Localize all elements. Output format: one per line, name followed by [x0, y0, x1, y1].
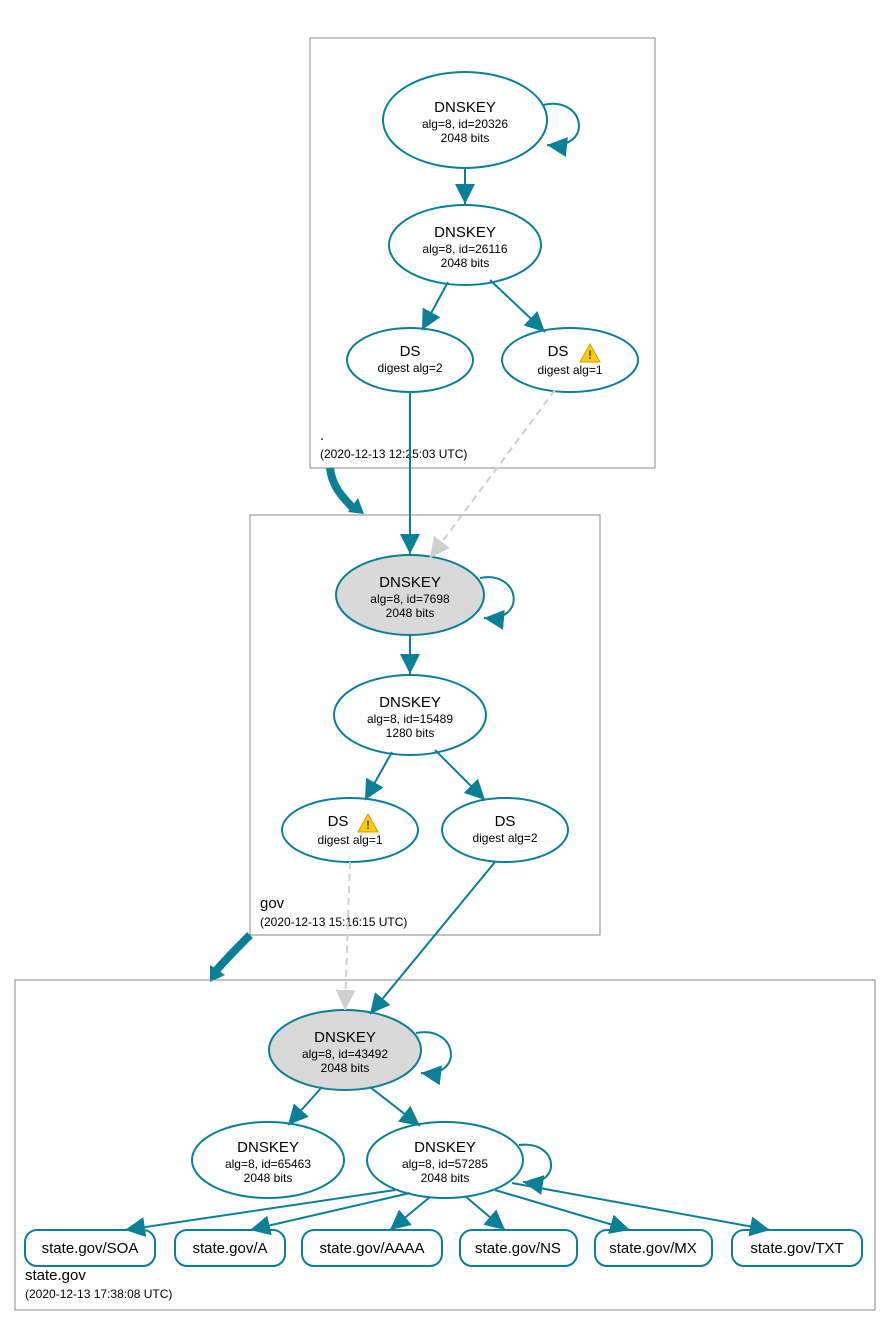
- edge-zsk2-mx: [495, 1190, 630, 1230]
- svg-text:!: !: [366, 818, 370, 832]
- record-a: state.gov/A: [175, 1230, 285, 1266]
- svg-text:state.gov/SOA: state.gov/SOA: [42, 1240, 139, 1257]
- edge-gov-zsk-ds1: [365, 752, 392, 800]
- svg-text:2048 bits: 2048 bits: [321, 1061, 370, 1075]
- svg-text:DNSKEY: DNSKEY: [314, 1029, 376, 1046]
- node-gov-ds1: DS ! digest alg=1: [282, 798, 418, 862]
- edge-root-zsk-ds2: [422, 282, 448, 330]
- node-gov-ds2: DS digest alg=2: [442, 798, 568, 862]
- svg-text:digest alg=1: digest alg=1: [317, 833, 382, 847]
- edge-gov-zsk-ds2: [435, 750, 485, 800]
- zone-arrow-root-gov: [330, 468, 355, 510]
- node-root-ksk: DNSKEY alg=8, id=20326 2048 bits: [383, 72, 547, 168]
- svg-text:DNSKEY: DNSKEY: [434, 224, 496, 241]
- node-state-ksk: DNSKEY alg=8, id=43492 2048 bits: [269, 1010, 421, 1090]
- svg-text:alg=8, id=7698: alg=8, id=7698: [370, 592, 450, 606]
- svg-text:state.gov/NS: state.gov/NS: [475, 1240, 561, 1257]
- edge-gov-ksk-self: [480, 577, 514, 618]
- edge-zsk2-ns: [465, 1196, 505, 1230]
- edge-state-zsk2-self: [519, 1145, 551, 1183]
- svg-text:alg=8, id=15489: alg=8, id=15489: [367, 712, 453, 726]
- svg-text:state.gov/AAAA: state.gov/AAAA: [319, 1240, 424, 1257]
- edge-root-zsk-ds1: [490, 280, 545, 332]
- node-state-zsk1: DNSKEY alg=8, id=65463 2048 bits: [192, 1122, 344, 1198]
- node-state-zsk2: DNSKEY alg=8, id=57285 2048 bits: [367, 1122, 523, 1198]
- svg-text:2048 bits: 2048 bits: [441, 131, 490, 145]
- svg-text:2048 bits: 2048 bits: [386, 606, 435, 620]
- edge-root-ds1-gov-ksk: [430, 390, 555, 558]
- dnssec-graph: . (2020-12-13 12:25:03 UTC) DNSKEY alg=8…: [0, 0, 885, 1320]
- svg-text:DS: DS: [328, 813, 349, 830]
- svg-text:alg=8, id=26116: alg=8, id=26116: [422, 242, 508, 256]
- zone-root-timestamp: (2020-12-13 12:25:03 UTC): [320, 447, 467, 461]
- record-ns: state.gov/NS: [460, 1230, 577, 1266]
- svg-text:alg=8, id=43492: alg=8, id=43492: [302, 1047, 388, 1061]
- svg-text:DS: DS: [495, 813, 516, 830]
- svg-text:!: !: [588, 348, 592, 362]
- svg-text:DNSKEY: DNSKEY: [379, 694, 441, 711]
- svg-text:DS: DS: [400, 343, 421, 360]
- svg-text:digest alg=2: digest alg=2: [377, 361, 442, 375]
- edge-gov-ds2-state-ksk: [370, 862, 495, 1014]
- svg-text:alg=8, id=20326: alg=8, id=20326: [422, 117, 508, 131]
- svg-text:DNSKEY: DNSKEY: [434, 99, 496, 116]
- svg-text:digest alg=1: digest alg=1: [537, 363, 602, 377]
- zone-state-label: state.gov: [25, 1267, 86, 1284]
- svg-text:DNSKEY: DNSKEY: [237, 1139, 299, 1156]
- zone-arrow-gov-state: [215, 935, 250, 972]
- svg-text:alg=8, id=65463: alg=8, id=65463: [225, 1157, 311, 1171]
- svg-text:1280 bits: 1280 bits: [386, 726, 435, 740]
- record-aaaa: state.gov/AAAA: [302, 1230, 442, 1266]
- zone-gov-label: gov: [260, 895, 285, 912]
- node-root-zsk: DNSKEY alg=8, id=26116 2048 bits: [389, 205, 541, 285]
- svg-text:2048 bits: 2048 bits: [441, 256, 490, 270]
- zone-gov-timestamp: (2020-12-13 15:16:15 UTC): [260, 915, 407, 929]
- node-gov-ksk: DNSKEY alg=8, id=7698 2048 bits: [336, 555, 484, 635]
- zone-state-timestamp: (2020-12-13 17:38:08 UTC): [25, 1287, 172, 1301]
- edge-state-ksk-zsk2: [370, 1087, 420, 1126]
- edge-root-ksk-self: [543, 104, 579, 146]
- svg-text:DS: DS: [548, 343, 569, 360]
- edge-gov-ds1-state-ksk: [345, 862, 350, 1010]
- zone-root-label: .: [320, 427, 324, 444]
- node-root-ds2: DS digest alg=2: [347, 328, 473, 392]
- svg-text:state.gov/A: state.gov/A: [192, 1240, 267, 1257]
- svg-text:state.gov/MX: state.gov/MX: [609, 1240, 697, 1257]
- svg-text:2048 bits: 2048 bits: [421, 1171, 470, 1185]
- record-mx: state.gov/MX: [595, 1230, 712, 1266]
- record-soa: state.gov/SOA: [25, 1230, 155, 1266]
- svg-text:state.gov/TXT: state.gov/TXT: [750, 1240, 843, 1257]
- svg-text:DNSKEY: DNSKEY: [414, 1139, 476, 1156]
- edge-zsk2-aaaa: [390, 1197, 430, 1230]
- svg-text:digest alg=2: digest alg=2: [472, 831, 537, 845]
- svg-text:alg=8, id=57285: alg=8, id=57285: [402, 1157, 488, 1171]
- edge-state-ksk-zsk1: [288, 1087, 322, 1125]
- node-gov-zsk: DNSKEY alg=8, id=15489 1280 bits: [334, 675, 486, 755]
- svg-text:DNSKEY: DNSKEY: [379, 574, 441, 591]
- svg-text:2048 bits: 2048 bits: [244, 1171, 293, 1185]
- record-txt: state.gov/TXT: [732, 1230, 862, 1266]
- node-root-ds1: DS ! digest alg=1: [502, 328, 638, 392]
